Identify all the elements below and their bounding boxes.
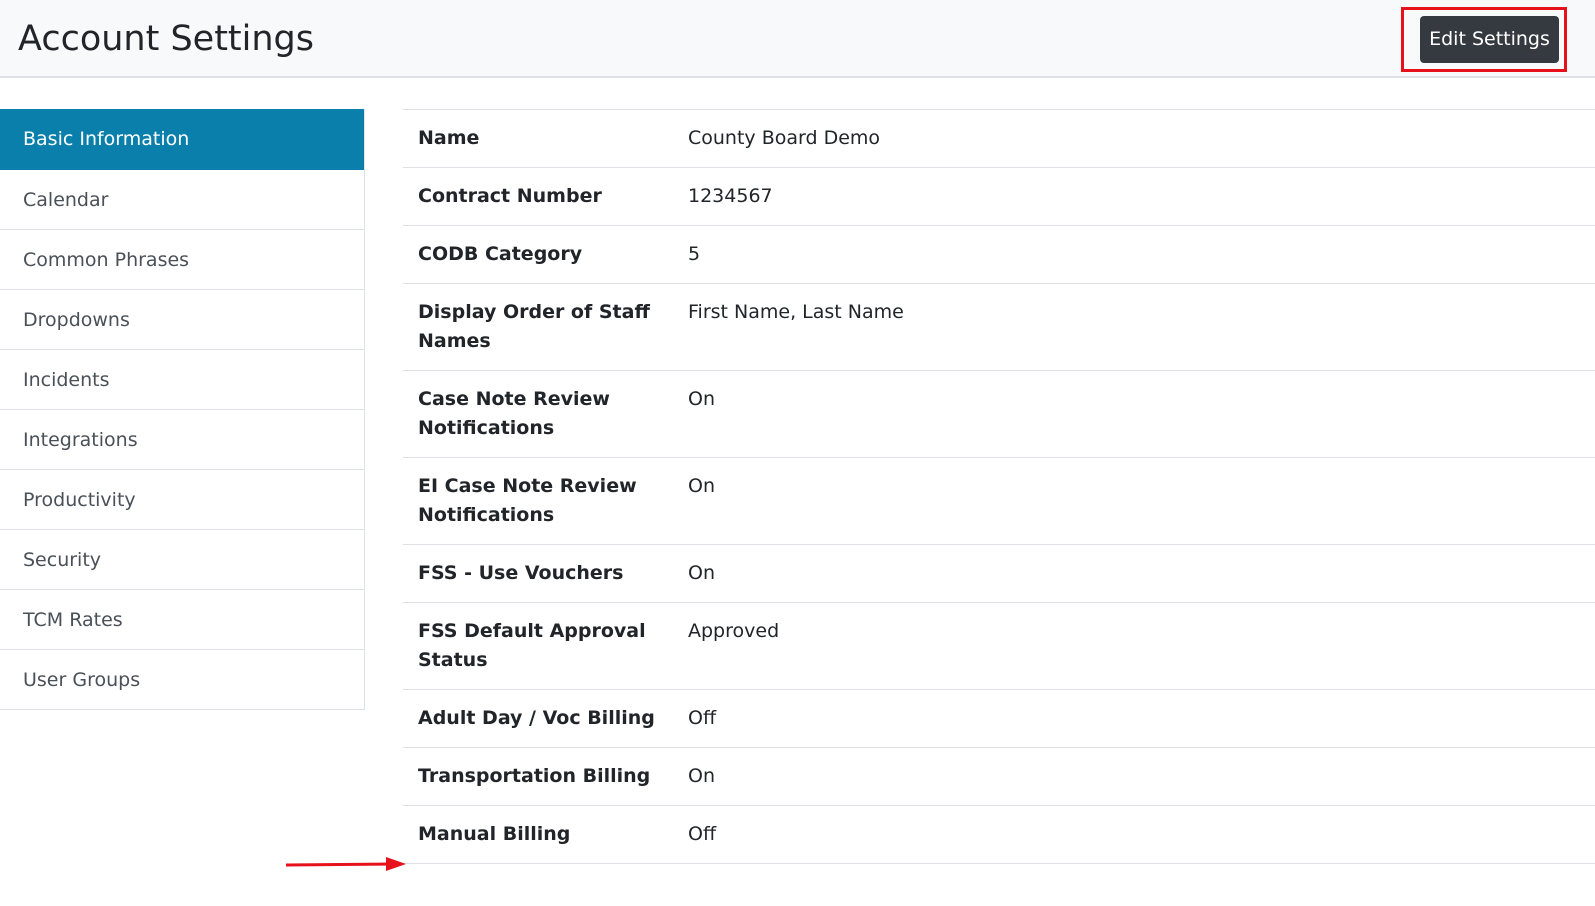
- setting-label: Adult Day / Voc Billing: [418, 707, 655, 729]
- sidebar-item-calendar[interactable]: Calendar: [0, 170, 364, 230]
- setting-label: Name: [418, 127, 480, 149]
- setting-value: Approved: [688, 620, 780, 642]
- red-arrow-right-icon: [286, 857, 406, 871]
- sidebar-item-security[interactable]: Security: [0, 530, 364, 590]
- sidebar-item-user-groups[interactable]: User Groups: [0, 650, 364, 710]
- sidebar-item-common-phrases[interactable]: Common Phrases: [0, 230, 364, 290]
- setting-value: On: [688, 475, 715, 497]
- setting-label: FSS - Use Vouchers: [418, 562, 624, 584]
- table-row: Transportation Billing On: [403, 748, 1595, 806]
- page-header: Account Settings Edit Settings: [0, 0, 1595, 78]
- sidebar-item-productivity[interactable]: Productivity: [0, 470, 364, 530]
- setting-value: Off: [688, 823, 717, 845]
- setting-value: Off: [688, 707, 717, 729]
- table-row: Name County Board Demo: [403, 110, 1595, 168]
- setting-value: On: [688, 765, 715, 787]
- sidebar-item-basic-information[interactable]: Basic Information: [0, 109, 364, 170]
- settings-table: Name County Board Demo Contract Number 1…: [403, 109, 1595, 864]
- table-row: CODB Category 5: [403, 226, 1595, 284]
- setting-label: Manual Billing: [418, 823, 571, 845]
- table-row: Case Note Review Notifications On: [403, 371, 1595, 458]
- settings-sidebar: Basic Information Calendar Common Phrase…: [0, 109, 365, 710]
- table-row: FSS - Use Vouchers On: [403, 545, 1595, 603]
- setting-label: Transportation Billing: [418, 765, 651, 787]
- table-row: Contract Number 1234567: [403, 168, 1595, 226]
- setting-value: County Board Demo: [688, 127, 881, 149]
- setting-value: 5: [688, 243, 701, 265]
- setting-value: First Name, Last Name: [688, 301, 904, 323]
- table-row: FSS Default Approval Status Approved: [403, 603, 1595, 690]
- setting-label: EI Case Note Review Notifications: [418, 475, 637, 526]
- setting-label: Display Order of Staff Names: [418, 301, 650, 352]
- setting-label: CODB Category: [418, 243, 583, 265]
- sidebar-item-dropdowns[interactable]: Dropdowns: [0, 290, 364, 350]
- page-title: Account Settings: [18, 19, 314, 59]
- setting-label: Contract Number: [418, 185, 602, 207]
- edit-settings-button[interactable]: Edit Settings: [1420, 16, 1559, 63]
- setting-value: On: [688, 388, 715, 410]
- sidebar-item-tcm-rates[interactable]: TCM Rates: [0, 590, 364, 650]
- table-row: EI Case Note Review Notifications On: [403, 458, 1595, 545]
- setting-label: FSS Default Approval Status: [418, 620, 646, 671]
- table-row: Display Order of Staff Names First Name,…: [403, 284, 1595, 371]
- setting-value: On: [688, 562, 715, 584]
- setting-value: 1234567: [688, 185, 773, 207]
- table-row: Adult Day / Voc Billing Off: [403, 690, 1595, 748]
- sidebar-item-integrations[interactable]: Integrations: [0, 410, 364, 470]
- setting-label: Case Note Review Notifications: [418, 388, 610, 439]
- sidebar-item-incidents[interactable]: Incidents: [0, 350, 364, 410]
- table-row: Manual Billing Off: [403, 806, 1595, 864]
